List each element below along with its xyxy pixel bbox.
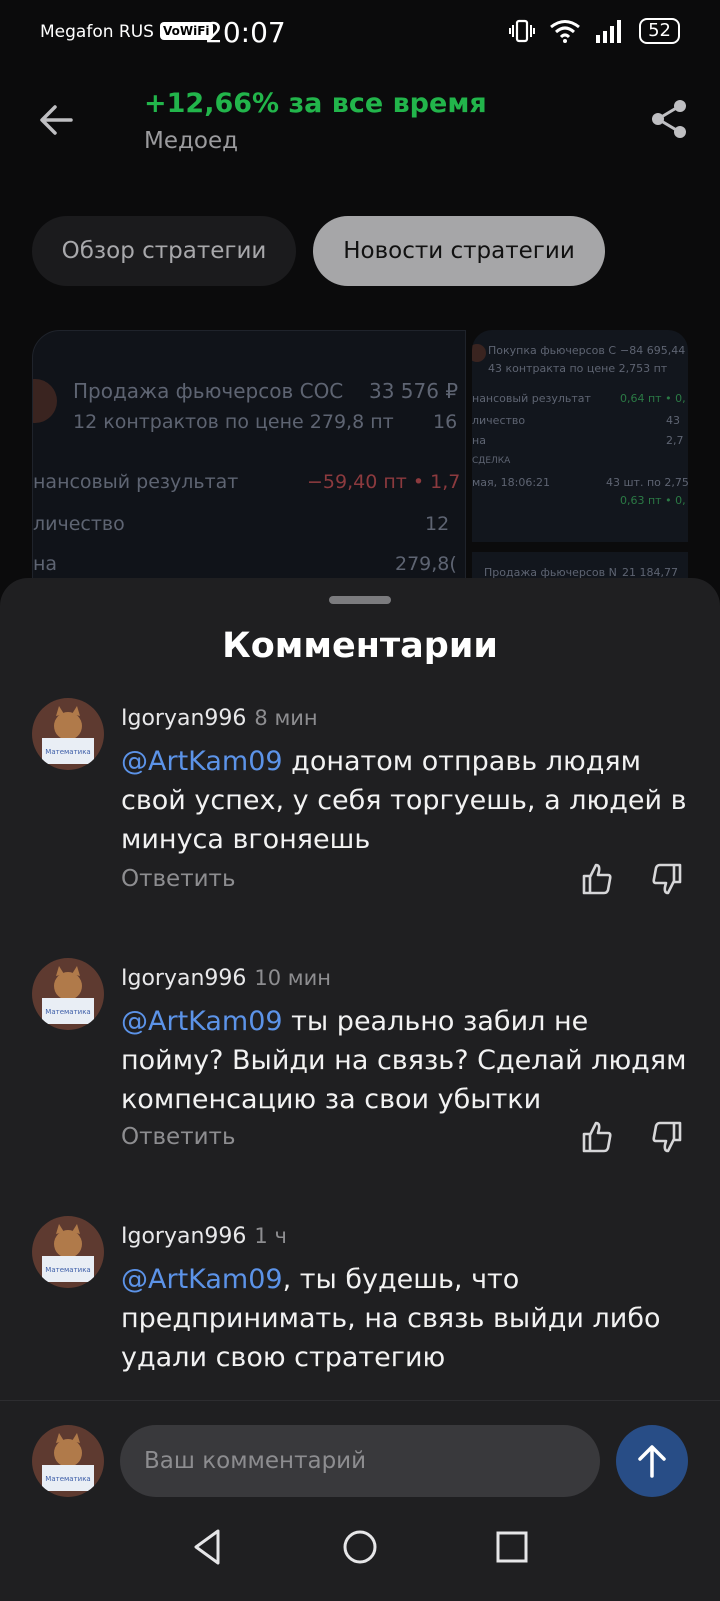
svg-text:Математика: Математика [45, 1266, 90, 1274]
card-row-value: 12 [425, 513, 450, 535]
card-row-label: на [472, 434, 486, 447]
battery-icon: 52 [639, 18, 680, 44]
card-row-label: личество [472, 414, 526, 427]
card-row-value: 43 [666, 414, 680, 427]
card-row-label: нансовый результат [33, 471, 239, 493]
status-time: 20:07 [205, 16, 286, 49]
svg-text:Математика: Математика [45, 1008, 90, 1016]
nav-back-button[interactable] [186, 1525, 230, 1569]
avatar[interactable]: Математика [32, 958, 104, 1030]
svg-text:Математика: Математика [45, 1475, 90, 1483]
comment-time: 8 мин [254, 706, 318, 730]
card-amount: 33 576 ₽ [369, 379, 459, 403]
card-subtitle: 12 контрактов по цене 279,8 пт [73, 411, 394, 433]
avatar[interactable]: Математика [32, 1216, 104, 1288]
user-mention[interactable]: @ArtKam09 [121, 1006, 283, 1037]
tab-strategy-news[interactable]: Новости стратегии [313, 216, 605, 286]
comment-text: @ArtKam09, ты будешь, что предпринимать,… [121, 1264, 661, 1373]
card-title: Продажа фьючерсов СОС [73, 379, 344, 403]
user-avatar-icon: Математика [32, 698, 104, 770]
comment-text: @ArtKam09 донатом отправь людям свой усп… [121, 746, 687, 855]
square-recents-icon [496, 1531, 528, 1563]
reply-button[interactable]: Ответить [121, 866, 236, 892]
deal-result: 0,63 пт • 0, [620, 494, 686, 507]
operation-icon [472, 344, 486, 362]
arrow-up-icon [638, 1445, 666, 1478]
signal-icon [596, 20, 622, 43]
strategy-return: +12,66% за все время [144, 88, 487, 119]
user-avatar-icon: Математика [32, 958, 104, 1030]
deal-date: мая, 18:06:21 [472, 476, 551, 489]
svg-text:Математика: Математика [45, 748, 90, 756]
nav-home-button[interactable] [338, 1525, 382, 1569]
strategy-name: Медоед [144, 128, 239, 154]
thumbs-down-icon [652, 863, 682, 895]
triangle-back-icon [194, 1529, 220, 1565]
card-row-label: на [33, 553, 58, 575]
like-button[interactable] [580, 1120, 614, 1154]
reply-button[interactable]: Ответить [121, 1124, 236, 1150]
card-row-label: нансовый результат [472, 392, 591, 405]
news-card[interactable]: Покупка фьючерсов С −84 695,44 43 контра… [472, 330, 688, 542]
card-row-value: 2,7 [666, 434, 684, 447]
nav-recents-button[interactable] [490, 1525, 534, 1569]
card-subtitle: 43 контракта по цене 2,753 пт [488, 362, 668, 375]
comment-text: @ArtKam09 ты реально забил не пойму? Вый… [121, 1006, 687, 1115]
card-row-value: −59,40 пт • 1,7 [307, 471, 461, 493]
operation-icon [33, 379, 57, 423]
vibrate-icon [509, 19, 536, 43]
comment-input[interactable] [120, 1425, 600, 1497]
tab-strategy-overview[interactable]: Обзор стратегии [32, 216, 296, 286]
comment-input-bar: Математика [0, 1400, 720, 1601]
card-row-value: 279,8( [395, 553, 457, 575]
dislike-button[interactable] [650, 862, 684, 896]
comment-time: 1 ч [254, 1224, 287, 1248]
wifi-icon [550, 20, 581, 43]
arrow-left-icon [40, 105, 73, 135]
card-subtitle-extra: 16 [433, 411, 458, 433]
share-icon [652, 100, 686, 138]
sheet-drag-handle[interactable] [329, 596, 391, 604]
thumbs-up-icon [582, 1121, 612, 1153]
card-row-value: 0,64 пт • 0, [620, 392, 686, 405]
sheet-title: Комментарии [222, 626, 498, 666]
like-button[interactable] [580, 862, 614, 896]
card-title: Покупка фьючерсов С [488, 344, 617, 357]
share-button[interactable] [648, 98, 690, 140]
comment-time: 10 мин [254, 966, 332, 990]
carrier-name: Megafon RUS [40, 22, 154, 42]
user-mention[interactable]: @ArtKam09 [121, 1264, 283, 1295]
card-row-label: личество [33, 513, 125, 535]
comment-author[interactable]: Igoryan996 10 мин [121, 966, 331, 991]
card-section: СДЕЛКА [472, 456, 511, 466]
thumbs-down-icon [652, 1121, 682, 1153]
user-avatar-icon: Математика [32, 1216, 104, 1288]
user-avatar-icon: Математика [32, 1425, 104, 1497]
system-navigation-bar [0, 1511, 720, 1601]
avatar[interactable]: Математика [32, 698, 104, 770]
avatar: Математика [32, 1425, 104, 1497]
card-amount: −84 695,44 [620, 344, 686, 357]
dislike-button[interactable] [650, 1120, 684, 1154]
comment-author[interactable]: Igoryan996 8 мин [121, 706, 318, 731]
thumbs-up-icon [582, 863, 612, 895]
circle-home-icon [343, 1530, 377, 1564]
back-button[interactable] [36, 100, 76, 140]
news-card[interactable]: Продажа фьючерсов СОС 33 576 ₽ 12 контра… [32, 330, 466, 592]
user-mention[interactable]: @ArtKam09 [121, 746, 283, 777]
comment-author[interactable]: Igoryan996 1 ч [121, 1224, 287, 1249]
send-button[interactable] [616, 1425, 688, 1497]
deal-quantity: 43 шт. по 2,75 [606, 476, 688, 489]
status-bar: Megafon RUS VoWiFi 20:07 52 [0, 0, 720, 70]
